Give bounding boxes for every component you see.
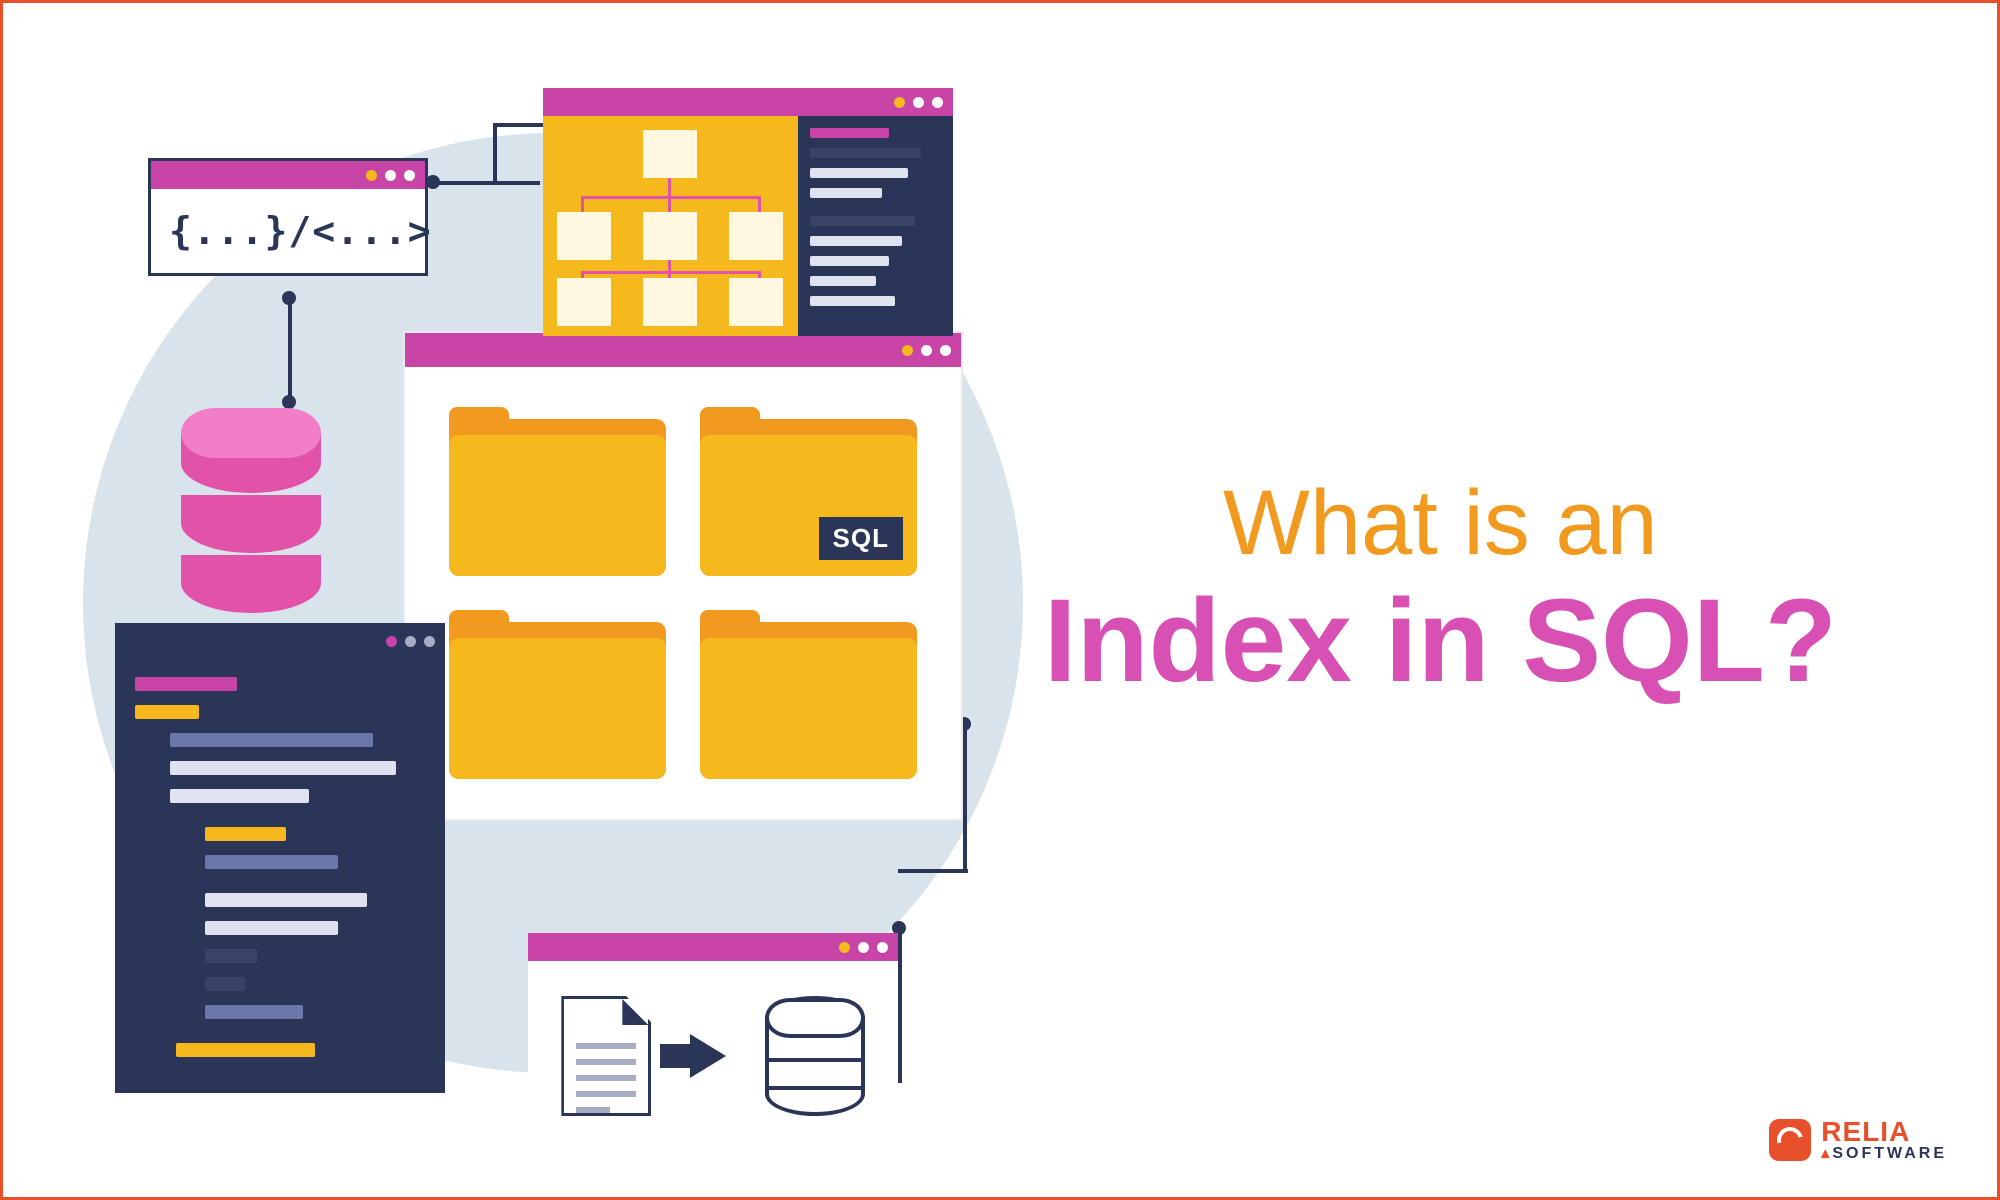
connector <box>898 869 968 873</box>
brand-name: RELIA <box>1821 1118 1947 1146</box>
sitemap-diagram-icon <box>543 116 798 336</box>
sql-badge: SQL <box>819 517 903 560</box>
code-snippet-text: {...}/<...> <box>151 189 425 273</box>
arrow-right-icon <box>690 1034 726 1078</box>
connector <box>430 181 540 185</box>
sitemap-window <box>543 88 953 336</box>
code-editor-window <box>115 623 445 1093</box>
main-folder-window: SQL <box>403 331 963 821</box>
connector-dot <box>282 395 296 409</box>
database-outline-icon <box>765 996 865 1116</box>
window-controls-icon <box>894 97 943 108</box>
connector <box>493 123 497 185</box>
file-to-db-window <box>528 933 898 1151</box>
window-titlebar <box>115 623 445 659</box>
window-controls-icon <box>839 942 888 953</box>
code-snippet-window: {...}/<...> <box>148 158 428 276</box>
mini-code-icon <box>798 116 953 336</box>
window-titlebar <box>151 161 425 189</box>
folder-icon <box>700 610 917 779</box>
window-titlebar <box>528 933 898 961</box>
folder-icon <box>449 610 666 779</box>
connector <box>963 723 967 873</box>
sql-folder-icon: SQL <box>700 407 917 576</box>
connector <box>898 1079 902 1083</box>
connector-dot <box>282 291 296 305</box>
connector <box>898 933 902 1083</box>
document-icon <box>561 996 651 1116</box>
page-title: What is an Index in SQL? <box>1044 473 1837 710</box>
connector <box>288 294 292 400</box>
window-titlebar <box>543 88 953 116</box>
window-controls-icon <box>366 170 415 181</box>
window-titlebar <box>405 333 961 367</box>
window-controls-icon <box>386 636 435 647</box>
brand-mark-icon <box>1769 1119 1811 1161</box>
database-icon <box>181 423 321 613</box>
folder-icon <box>449 407 666 576</box>
connector-dot <box>426 175 440 189</box>
brand-subtitle: ▴SOFTWARE <box>1821 1146 1947 1162</box>
title-line-1: What is an <box>1044 473 1837 574</box>
title-line-2: Index in SQL? <box>1044 574 1837 710</box>
code-lines-icon <box>115 659 445 1089</box>
connector <box>493 123 543 127</box>
window-controls-icon <box>902 345 951 356</box>
brand-logo: RELIA ▴SOFTWARE <box>1769 1118 1947 1162</box>
